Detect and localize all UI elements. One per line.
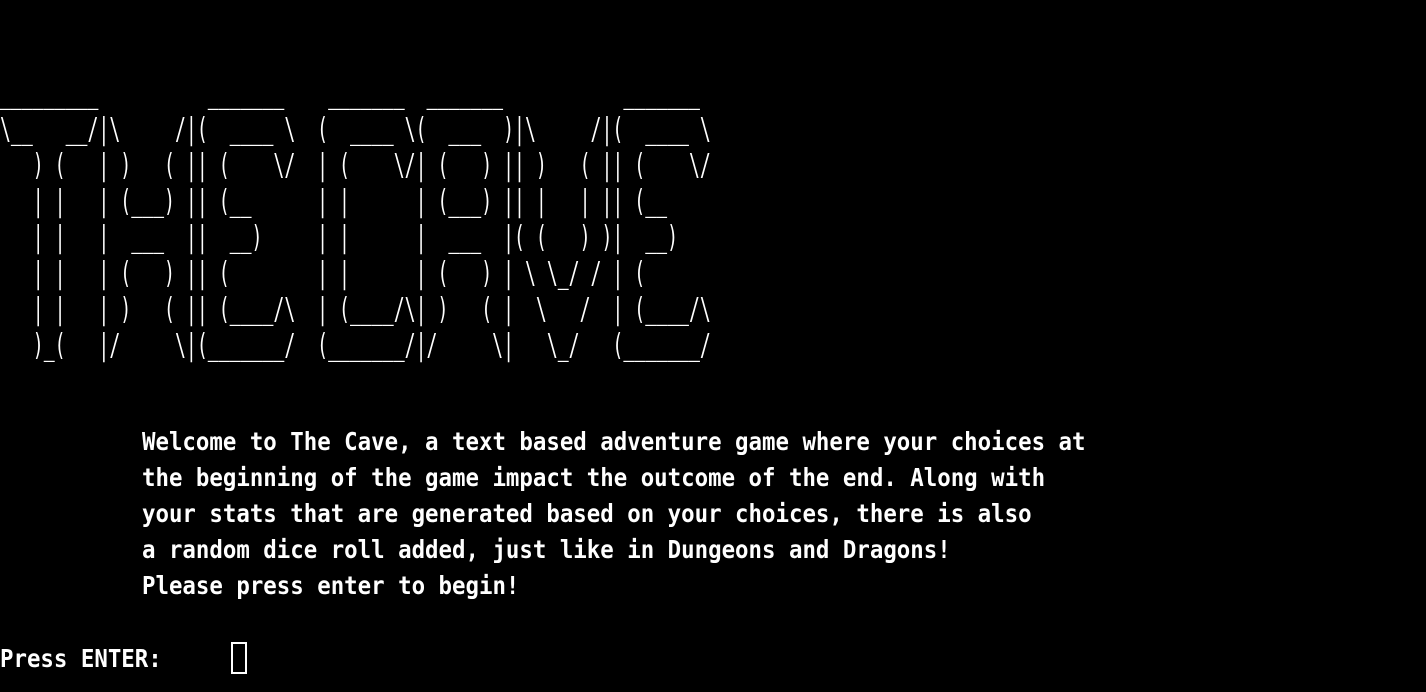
intro-line: the beginning of the game impact the out…	[142, 463, 1046, 492]
title-art-line: ) ( | ) ( || ( \/ | ( \/| ( ) || ) ( || …	[0, 148, 711, 183]
title-art-line: | | | ) ( || (____/\ | (____/\| ) ( | \ …	[0, 292, 711, 327]
input-prompt[interactable]: Press ENTER:	[0, 640, 247, 676]
title-art-line: \__ __/|\ /|( ____ \ ( ____ \( ___ )|\ /…	[0, 112, 711, 147]
intro-line: Please press enter to begin!	[142, 571, 520, 600]
terminal-window: _________ _______ _______ _______ ______…	[0, 0, 1426, 692]
title-art-line: | | | (___) || (__ | | | (___) || | | ||…	[0, 184, 711, 219]
title-ascii-art: _________ _______ _______ _______ ______…	[0, 76, 711, 364]
intro-line: a random dice roll added, just like in D…	[142, 535, 951, 564]
intro-line: Welcome to The Cave, a text based advent…	[142, 427, 1086, 456]
intro-line: your stats that are generated based on y…	[142, 499, 1032, 528]
title-art-line: | | | ___ || __) | | | ___ |( ( ) )| __)	[0, 220, 711, 255]
block-cursor-icon[interactable]	[231, 642, 247, 674]
intro-text: Welcome to The Cave, a text based advent…	[142, 424, 1085, 604]
title-art-line: | | | ( ) || ( | | | ( ) | \ \_/ / | (	[0, 256, 711, 291]
prompt-label: Press ENTER:	[0, 643, 176, 673]
title-art-line: )_( |/ \|(_______/ (_______/|/ \| \_/ (_…	[0, 328, 711, 363]
title-art-line: _________ _______ _______ _______ ______…	[0, 76, 711, 111]
